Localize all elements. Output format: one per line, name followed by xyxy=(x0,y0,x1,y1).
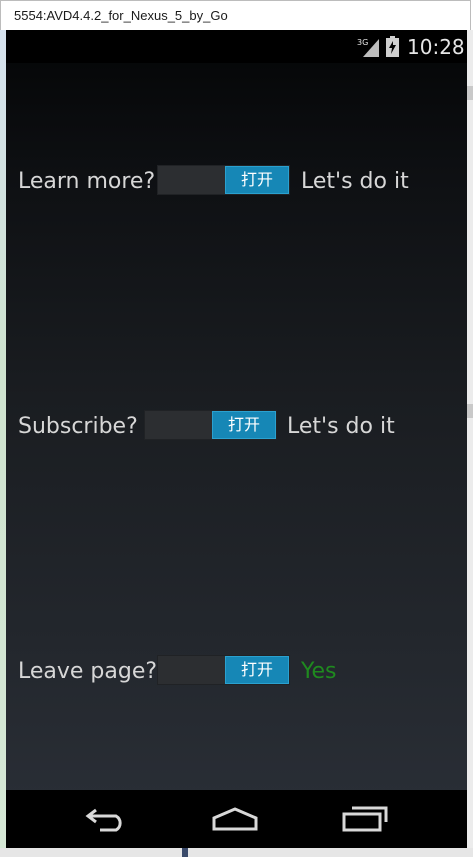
emulator-window-titlebar[interactable]: 5554:AVD4.4.2_for_Nexus_5_by_Go xyxy=(0,0,471,30)
switch-thumb-on: 打开 xyxy=(225,656,289,684)
setting-row-subscribe: Subscribe? 打开 Let's do it xyxy=(6,410,467,450)
setting-row-leave-page: Leave page? 打开 Yes xyxy=(6,655,467,695)
back-icon[interactable] xyxy=(84,806,130,832)
android-navigation-bar xyxy=(6,790,467,848)
row-status-text: Let's do it xyxy=(287,414,395,439)
taskbar-marker xyxy=(182,848,188,857)
battery-charging-icon xyxy=(386,36,399,57)
switch-thumb-on: 打开 xyxy=(225,166,289,194)
desktop-scroll-mark xyxy=(467,404,473,418)
row-label: Learn more? xyxy=(18,169,156,194)
row-label: Subscribe? xyxy=(18,414,138,439)
status-clock: 10:28 xyxy=(407,35,465,59)
window-title: 5554:AVD4.4.2_for_Nexus_5_by_Go xyxy=(14,8,228,23)
recent-apps-icon[interactable] xyxy=(342,806,388,832)
network-type-label: 3G xyxy=(357,38,368,47)
row-status-text: Let's do it xyxy=(301,169,409,194)
subscribe-switch[interactable]: 打开 xyxy=(144,410,277,440)
emulator-screen: 3G 10:28 Learn more? 打开 Let's do it Subs… xyxy=(6,30,467,848)
row-status-text: Yes xyxy=(301,659,337,684)
learn-more-switch[interactable]: 打开 xyxy=(157,165,290,195)
leave-page-switch[interactable]: 打开 xyxy=(157,655,290,685)
desktop-background-right xyxy=(467,30,473,857)
desktop-scroll-mark xyxy=(467,86,473,100)
desktop-taskbar-strip xyxy=(0,848,473,857)
signal-3g-icon: 3G xyxy=(357,38,379,57)
setting-row-learn-more: Learn more? 打开 Let's do it xyxy=(6,165,467,205)
android-status-bar: 3G 10:28 xyxy=(6,30,467,63)
switch-thumb-on: 打开 xyxy=(212,411,276,439)
row-label: Leave page? xyxy=(18,659,158,684)
home-icon[interactable] xyxy=(211,806,259,832)
